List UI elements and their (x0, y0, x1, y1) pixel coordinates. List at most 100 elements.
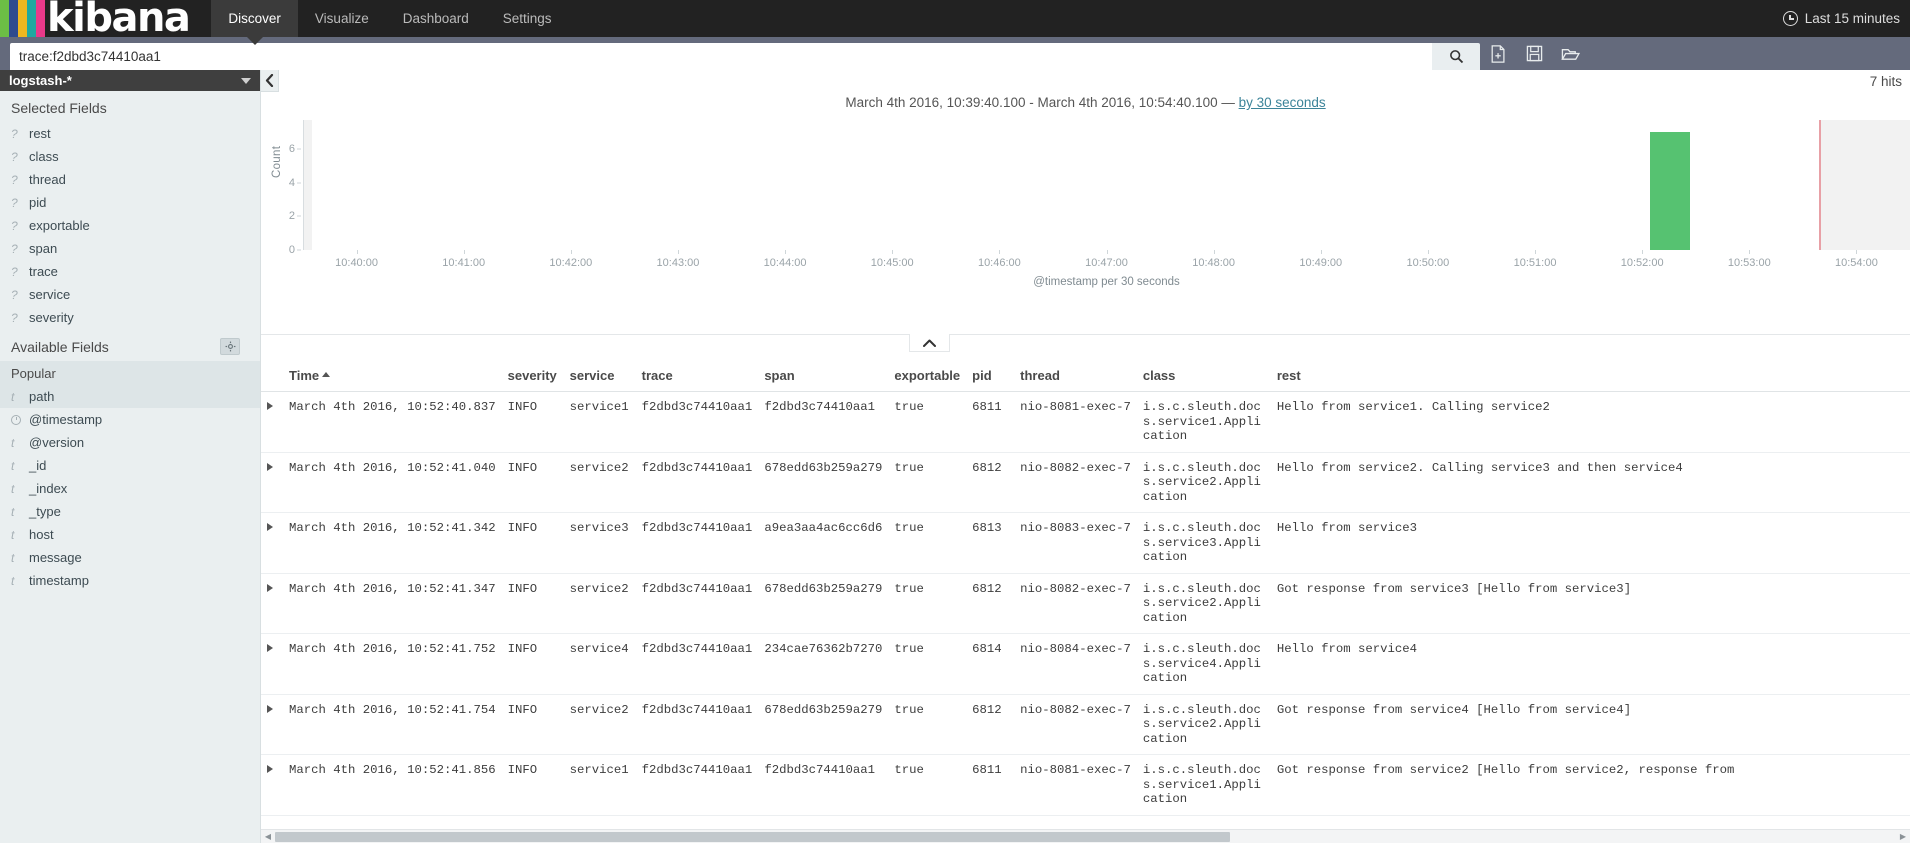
table-row[interactable]: March 4th 2016, 10:52:41.752 INFO service4… (261, 633, 1910, 695)
sort-ascending-icon[interactable] (322, 372, 331, 377)
field-name: _index (29, 481, 68, 496)
field-type-icon: t (11, 504, 15, 519)
column-header-service[interactable]: service (563, 362, 636, 392)
logo-color-bars (0, 0, 45, 37)
chart-interval-link[interactable]: by 30 seconds (1239, 95, 1326, 110)
cell-thread: nio-8082-exec-7 (1014, 694, 1137, 755)
cell-severity: INFO (501, 512, 564, 574)
nav-item-dashboard[interactable]: Dashboard (386, 0, 486, 37)
column-header-severity[interactable]: severity (501, 362, 564, 392)
table-row[interactable]: March 4th 2016, 10:52:41.040 INFO service2… (261, 452, 1910, 513)
scrollbar-track[interactable] (275, 830, 1896, 843)
field-name: class (29, 149, 59, 164)
expand-row-button[interactable] (261, 633, 281, 695)
field-item-path[interactable]: t path (0, 385, 260, 408)
field-item-exportable[interactable]: ? exportable (0, 214, 260, 237)
field-item-thread[interactable]: ? thread (0, 168, 260, 191)
index-pattern-selector[interactable]: logstash-* (0, 70, 260, 91)
field-item-type[interactable]: t _type (0, 500, 260, 523)
column-header-time[interactable]: Time (281, 362, 502, 392)
x-axis-tick-mark (1642, 250, 1644, 254)
nav-item-visualize[interactable]: Visualize (298, 0, 386, 37)
scroll-left-arrow-icon[interactable]: ◀ (261, 830, 275, 843)
field-item-timestamp[interactable]: t timestamp (0, 569, 260, 592)
expand-row-button[interactable] (261, 694, 281, 755)
selected-fields-heading: Selected Fields (11, 100, 107, 116)
field-type-icon: ? (11, 172, 18, 187)
column-header-trace[interactable]: trace (635, 362, 759, 392)
field-item-rest[interactable]: ? rest (0, 122, 260, 145)
expand-row-button[interactable] (261, 573, 281, 634)
expand-row-button[interactable] (261, 512, 281, 574)
x-axis-tick-mark (463, 250, 465, 254)
x-axis-tick-mark (1427, 250, 1429, 254)
field-item-severity[interactable]: ? severity (0, 306, 260, 329)
new-search-button[interactable] (1480, 37, 1516, 70)
nav-item-discover[interactable]: Discover (211, 0, 298, 45)
field-item-id[interactable]: t _id (0, 454, 260, 477)
x-axis-tick-label: 10:51:00 (1513, 257, 1557, 269)
column-header-exportable[interactable]: exportable (888, 362, 967, 392)
column-header-rest[interactable]: rest (1270, 362, 1910, 392)
collapse-chart-button[interactable] (909, 334, 950, 352)
expand-row-button[interactable] (261, 754, 281, 816)
field-item-index[interactable]: t _index (0, 477, 260, 500)
field-type-icon: ? (11, 241, 18, 256)
time-picker-label: Last 15 minutes (1804, 11, 1900, 26)
caret-right-icon (267, 402, 273, 410)
collapse-sidebar-button[interactable] (261, 70, 279, 92)
nav-item-settings[interactable]: Settings (486, 0, 569, 37)
histogram-chart: Count 0246 10:40:00 10:41:00 10:42:00 10:43… (261, 120, 1910, 288)
cell-severity: INFO (501, 391, 564, 453)
column-header-class[interactable]: class (1136, 362, 1271, 392)
column-header-pid[interactable]: pid (966, 362, 1015, 392)
x-axis-tick-mark (1320, 250, 1322, 254)
search-input[interactable] (10, 43, 1432, 70)
field-settings-button[interactable] (220, 338, 240, 355)
caret-right-icon (267, 644, 273, 652)
field-item-timestamp[interactable]: @timestamp (0, 408, 260, 431)
save-search-button[interactable] (1516, 37, 1552, 70)
open-search-button[interactable] (1552, 37, 1588, 70)
table-row[interactable]: March 4th 2016, 10:52:41.754 INFO service2… (261, 694, 1910, 755)
scrollbar-thumb[interactable] (275, 831, 1230, 842)
column-header-thread[interactable]: thread (1014, 362, 1137, 392)
expand-row-button[interactable] (261, 452, 281, 513)
scroll-right-arrow-icon[interactable]: ▶ (1896, 830, 1910, 843)
expand-row-button[interactable] (261, 391, 281, 453)
x-axis-tick-mark (892, 250, 894, 254)
cell-service: service2 (563, 694, 636, 755)
search-submit-button[interactable] (1432, 43, 1480, 70)
field-item-message[interactable]: t message (0, 546, 260, 569)
cell-class: i.s.c.sleuth.docs​.service4.Application (1136, 633, 1271, 695)
table-row[interactable]: March 4th 2016, 10:52:41.347 INFO service2… (261, 573, 1910, 634)
histogram-bar[interactable] (1649, 132, 1691, 250)
table-row[interactable]: March 4th 2016, 10:52:40.837 INFO service1… (261, 391, 1910, 453)
x-axis-tick-mark (677, 250, 679, 254)
column-header-label: exportable (894, 368, 961, 383)
table-row[interactable]: March 4th 2016, 10:52:41.856 INFO service1… (261, 754, 1910, 816)
cell-thread: nio-8083-exec-7 (1014, 512, 1137, 574)
field-item-version[interactable]: t @version (0, 431, 260, 454)
field-type-icon (11, 413, 29, 427)
chart-time-range-text: March 4th 2016, 10:39:40.100 - March 4th… (845, 95, 1239, 110)
field-item-trace[interactable]: ? trace (0, 260, 260, 283)
table-header: Time severity service trace span exportable pi… (261, 362, 1910, 392)
field-item-span[interactable]: ? span (0, 237, 260, 260)
field-name: @version (29, 435, 85, 450)
time-picker-button[interactable]: Last 15 minutes (1782, 0, 1910, 37)
table-row[interactable]: March 4th 2016, 10:52:41.342 INFO service3… (261, 512, 1910, 574)
x-axis-tick-label: 10:52:00 (1620, 257, 1664, 269)
chevron-down-icon (241, 77, 251, 84)
cell-thread: nio-8082-exec-7 (1014, 573, 1137, 634)
field-item-service[interactable]: ? service (0, 283, 260, 306)
field-item-class[interactable]: ? class (0, 145, 260, 168)
documents-table-container: Time severity service trace span exportable pi… (261, 362, 1910, 825)
chart-x-axis-label: @timestamp per 30 seconds (1033, 276, 1180, 288)
documents-table: Time severity service trace span exportable pi… (261, 362, 1910, 816)
field-item-host[interactable]: t host (0, 523, 260, 546)
column-header-span[interactable]: span (758, 362, 889, 392)
cell-time: March 4th 2016, 10:52:41.347 (281, 573, 502, 634)
horizontal-scrollbar[interactable]: ◀ ▶ (261, 829, 1910, 843)
field-item-pid[interactable]: ? pid (0, 191, 260, 214)
